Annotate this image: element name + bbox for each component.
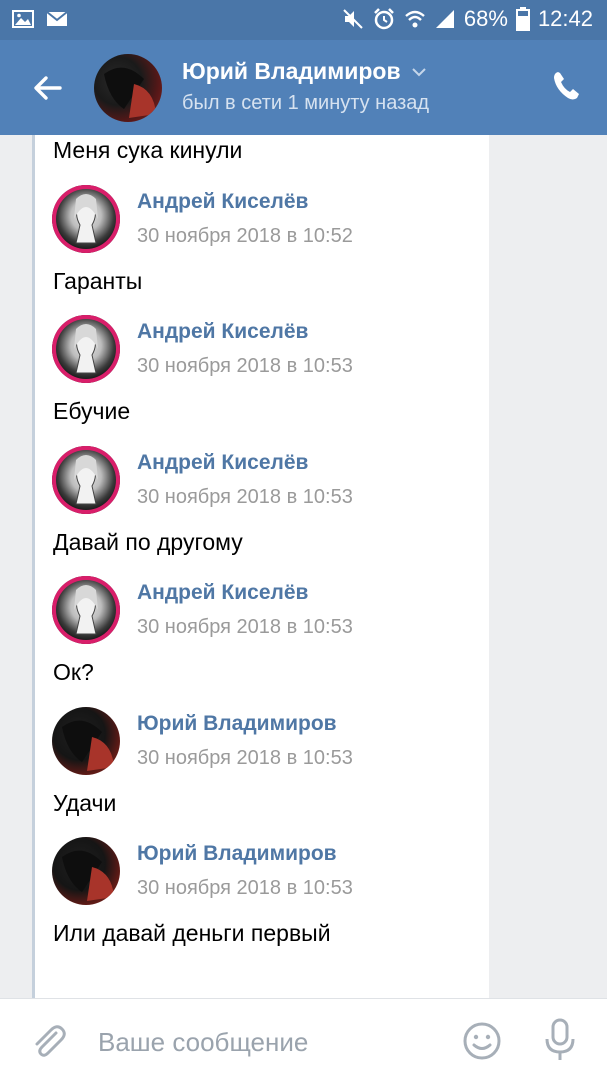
battery-icon xyxy=(515,7,530,31)
message-item: Андрей Киселёв 30 ноября 2018 в 10:53 Ок? xyxy=(35,576,489,707)
message-text: Ок? xyxy=(53,659,94,685)
sender-name[interactable]: Андрей Киселёв xyxy=(137,581,308,605)
message-text: Гаранты xyxy=(53,267,143,294)
forwarded-messages: Андрей Киселёв 30 ноября 2018 в 10:52 Меня… xyxy=(32,135,489,1001)
arrow-left-icon[interactable] xyxy=(30,70,66,106)
sender-name[interactable]: Андрей Киселёв xyxy=(137,451,308,475)
chat-title[interactable]: Юрий Владимиров xyxy=(182,58,427,85)
wifi-icon xyxy=(405,10,425,28)
microphone-icon[interactable] xyxy=(540,1017,580,1063)
avatar-photo xyxy=(104,67,156,118)
message-time: 30 ноября 2018 в 10:53 xyxy=(137,746,353,769)
message-item: Андрей Киселёв 30 ноября 2018 в 10:52 Гара… xyxy=(35,184,489,316)
message-item: Андрей Киселёв 30 ноября 2018 в 10:53 Дава… xyxy=(35,445,489,577)
battery-percent: 68% xyxy=(463,6,508,31)
clock-time: 12:42 xyxy=(537,6,593,31)
alarm-icon xyxy=(374,8,394,30)
avatar[interactable] xyxy=(52,706,120,775)
status-bar: 68% 12:42 xyxy=(0,0,607,40)
chat-header: Юрий Владимиров был в сети 1 минуту наза… xyxy=(0,40,607,135)
smile-icon[interactable] xyxy=(462,1021,502,1061)
chevron-down-icon xyxy=(411,67,426,76)
message-time: 30 ноября 2018 в 10:52 xyxy=(137,224,353,247)
avatar[interactable] xyxy=(52,184,120,253)
message-item: Андрей Киселёв30 ноября 2018 в 10:52Меня… xyxy=(35,135,489,185)
message-text: Давай по другому xyxy=(53,528,243,555)
message-time: 30 ноября 2018 в 10:53 xyxy=(137,877,353,899)
avatar[interactable] xyxy=(52,576,120,644)
message-text: Или давай деньги первый xyxy=(53,920,331,946)
sender-name[interactable]: Юрий Владимиров xyxy=(137,712,337,736)
message-list: Андрей Киселёв 30 ноября 2018 в 10:52 Меня… xyxy=(35,135,489,968)
phone-icon[interactable] xyxy=(551,70,581,102)
message-text: Ебучие xyxy=(53,398,131,424)
online-status: был в сети 1 минуту назад xyxy=(182,92,430,114)
paperclip-icon[interactable] xyxy=(28,1021,68,1061)
mute-icon xyxy=(343,9,363,29)
signal-icon xyxy=(435,10,454,28)
message-input[interactable] xyxy=(96,1023,440,1061)
message-item: Андрей Киселёв 30 ноября 2018 в 10:53 Ебуч… xyxy=(35,315,489,446)
message-item: Юрий Владимиров 30 ноября 2018 в 10:53 Уда… xyxy=(35,706,489,838)
message-time: 30 ноября 2018 в 10:53 xyxy=(137,355,353,377)
message-text: Меня сука кинули xyxy=(53,137,243,163)
mail-notification-icon xyxy=(46,11,68,26)
contact-name: Юрий Владимиров xyxy=(182,58,401,84)
sender-name[interactable]: Андрей Киселёв xyxy=(137,190,308,214)
message-text: Удачи xyxy=(53,789,117,816)
image-notification-icon xyxy=(12,10,34,28)
avatar[interactable] xyxy=(52,315,120,383)
message-time: 30 ноября 2018 в 10:53 xyxy=(137,485,353,508)
sender-name[interactable]: Андрей Киселёв xyxy=(137,320,308,344)
avatar[interactable] xyxy=(94,54,162,122)
avatar[interactable] xyxy=(52,837,120,905)
sender-name[interactable]: Юрий Владимиров xyxy=(137,842,337,866)
message-item: Юрий Владимиров 30 ноября 2018 в 10:53 Или… xyxy=(35,837,489,968)
message-composer xyxy=(0,998,607,1081)
message-time: 30 ноября 2018 в 10:53 xyxy=(137,616,353,638)
avatar[interactable] xyxy=(52,445,120,514)
